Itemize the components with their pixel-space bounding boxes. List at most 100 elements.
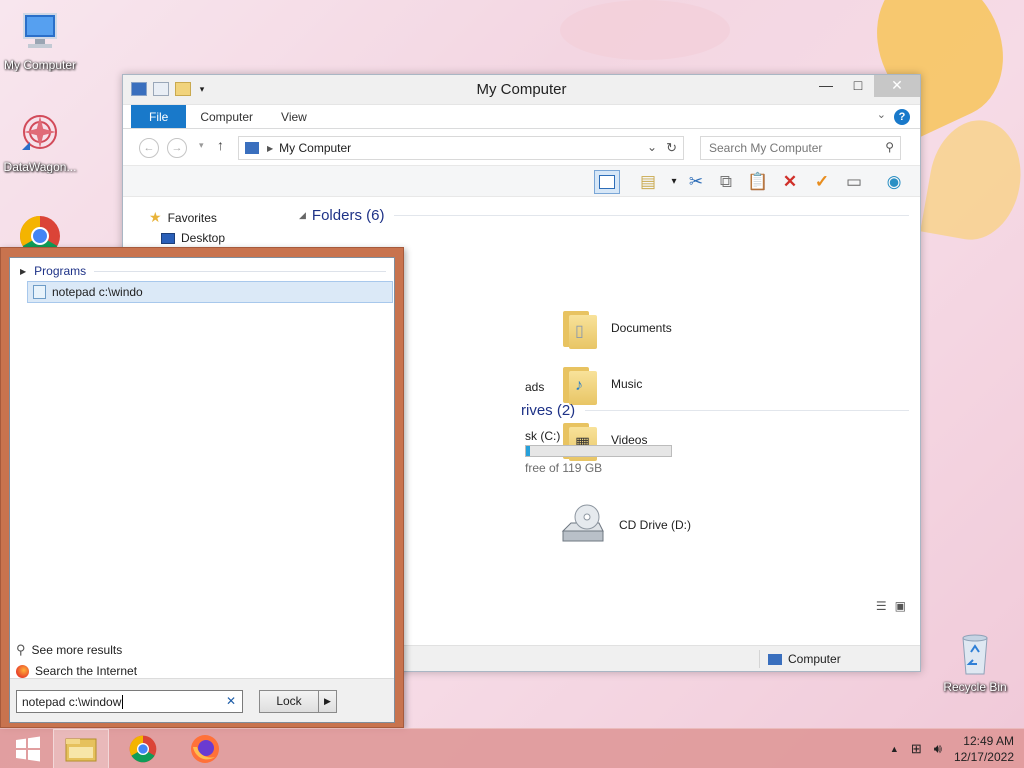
details-view-icon[interactable]: ☰ [876,599,887,613]
drives-header-label: rives (2) [521,402,576,419]
search-internet-link[interactable]: Search the Internet [16,664,137,678]
view-buttons: ☰ ▣ [876,599,906,613]
wallpaper-petal [920,113,1024,247]
refresh-icon[interactable]: ↻ [666,140,677,156]
tab-view[interactable]: View [267,105,321,128]
clear-icon[interactable]: ✕ [226,694,236,708]
chevron-right-icon[interactable]: ▶ [318,691,336,712]
ribbon-tabs: File Computer View ⌄ ? [123,105,920,129]
document-icon: ▯ [575,323,584,340]
expand-arrow-icon[interactable]: ▶ [20,267,26,276]
cd-drive[interactable]: CD Drive (D:) [559,503,691,547]
folder-music[interactable]: ♪ Music [563,363,642,405]
cut-icon[interactable]: ✂ [683,170,709,194]
address-bar-row: ← → ▾ ↑ ▶ My Computer ⌄ ↻ Search My Comp… [123,129,920,165]
start-search-value: notepad c:\window [22,695,122,709]
firefox-icon [16,664,29,678]
status-location: Computer [759,650,841,668]
disk-free-text: free of 119 GB [525,461,603,475]
computer-small-icon [245,142,259,154]
close-button[interactable]: ✕ [874,75,920,97]
desktop-icon-recycle-bin[interactable]: Recycle Bin [935,630,1015,694]
windows-logo-icon [16,736,40,762]
nav-favorites[interactable]: ★ Favorites [149,209,217,226]
desktop-icon-datawagon[interactable]: DataWagon... [0,110,80,174]
start-search-input[interactable]: notepad c:\window ✕ [16,690,243,713]
large-icons-view-icon[interactable]: ▣ [895,599,906,613]
network-icon[interactable]: ⊞ [911,741,922,757]
delete-icon[interactable]: ✕ [777,170,803,194]
folder-label[interactable]: ads [525,380,544,394]
local-disk-label[interactable]: sk (C:) [525,429,560,443]
cd-drive-icon [561,504,604,542]
desktop-folder-icon [161,232,175,244]
search-result-item[interactable]: notepad c:\windo [27,281,393,303]
star-icon: ★ [149,209,162,225]
programs-header[interactable]: ▶ Programs [20,264,386,278]
chevron-down-icon[interactable]: ⌄ [647,140,657,154]
breadcrumb[interactable]: My Computer [279,141,351,155]
tab-computer[interactable]: Computer [186,105,267,128]
nav-desktop[interactable]: Desktop [161,231,225,245]
copy-icon[interactable]: ⧉ [713,170,739,194]
status-location-label: Computer [788,652,841,666]
search-placeholder: Search My Computer [709,141,823,155]
folders-group-header[interactable]: ◢ Folders (6) [299,207,909,224]
lock-label: Lock [276,694,302,708]
lock-button[interactable]: Lock ▶ [259,690,337,713]
show-hidden-icons-icon[interactable]: ▲ [890,744,899,754]
tab-file[interactable]: File [131,105,187,128]
computer-small-icon [768,653,782,665]
programs-header-label: Programs [34,264,87,278]
window-title: My Computer [476,81,567,98]
shell-icon[interactable]: ◉ [881,170,907,194]
file-explorer-icon [65,738,97,762]
address-input[interactable]: ▶ My Computer ⌄ ↻ [238,136,684,160]
disk-usage-bar [525,445,672,457]
up-arrow-icon[interactable]: ↑ [217,137,224,153]
search-results-pane: ▶ Programs notepad c:\windo ⚲ See more r… [9,257,395,723]
help-icon[interactable]: ? [894,109,910,125]
collapse-arrow-icon[interactable]: ◢ [299,210,306,221]
wallpaper-petal [560,0,730,60]
folder-icon: ▯ [563,307,599,349]
back-button[interactable]: ← [139,138,159,158]
minimize-button[interactable]: — [810,75,842,97]
search-internet-label: Search the Internet [35,664,138,678]
recycle-bin-icon [962,634,988,675]
search-icon: ⚲ [16,642,26,657]
music-note-icon: ♪ [575,377,583,394]
checkmark-icon[interactable]: ✓ [809,170,835,194]
clock[interactable]: 12:49 AM 12/17/2022 [954,733,1014,765]
taskbar-explorer[interactable] [53,729,109,768]
desktop-icon-my-computer[interactable]: My Computer [0,8,80,72]
search-icon: ⚲ [885,140,894,154]
volume-icon[interactable]: 🔊︎ [934,741,942,757]
rename-icon[interactable]: ▭ [841,170,867,194]
taskbar-firefox[interactable] [177,729,233,768]
preview-pane-icon[interactable] [594,170,620,194]
search-result-label: notepad c:\windo [52,285,143,299]
forward-button[interactable]: → [167,138,187,158]
search-input[interactable]: Search My Computer ⚲ [700,136,901,160]
recent-locations-icon[interactable]: ▾ [199,140,204,151]
clock-time: 12:49 AM [963,734,1014,748]
folder-documents[interactable]: ▯ Documents [563,307,672,349]
taskbar-chrome[interactable] [115,729,171,768]
start-search-panel: ▶ Programs notepad c:\windo ⚲ See more r… [0,247,404,728]
chevron-down-icon[interactable]: ⌄ [877,108,886,121]
title-bar[interactable]: ▾ My Computer — □ ✕ [123,75,920,105]
folder-icon: ♪ [563,363,599,405]
nav-favorites-label: Favorites [167,210,217,225]
see-more-results-link[interactable]: ⚲ See more results [16,642,122,658]
maximize-button[interactable]: □ [842,75,874,97]
start-button[interactable] [0,729,56,768]
check-folder-icon[interactable]: ▤ [635,170,661,194]
folder-label: Documents [611,321,672,335]
desktop-icon-label: My Computer [3,58,77,72]
paste-icon[interactable]: 📋 [745,170,771,194]
nav-desktop-label: Desktop [181,231,226,245]
folders-header-label: Folders (6) [311,207,385,224]
chrome-icon [129,735,157,763]
breadcrumb-arrow-icon[interactable]: ▶ [267,144,273,153]
